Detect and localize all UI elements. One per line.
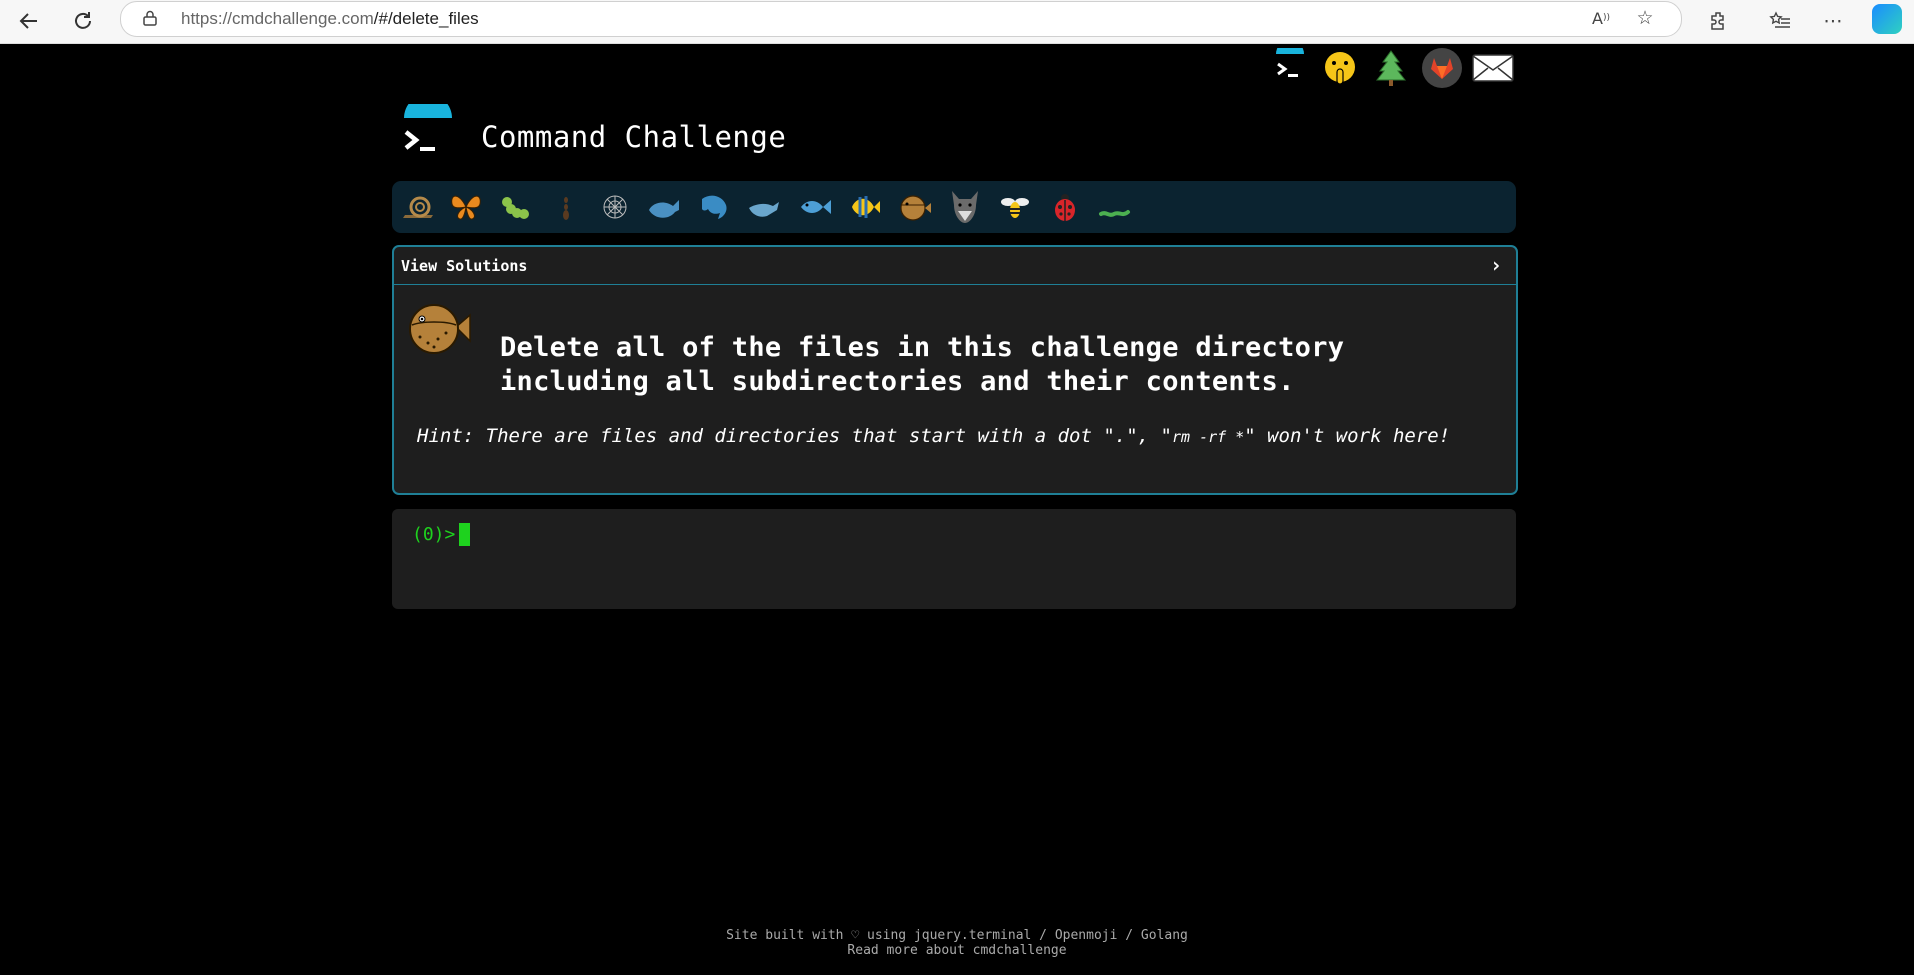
view-solutions-label: View Solutions bbox=[401, 257, 528, 275]
favorite-star-icon[interactable]: ☆ bbox=[1630, 3, 1660, 33]
lady-beetle-icon[interactable] bbox=[1047, 189, 1083, 225]
wolf-icon[interactable] bbox=[947, 189, 983, 225]
page-title: Command Challenge bbox=[481, 120, 787, 154]
spider-web-icon[interactable] bbox=[597, 189, 633, 225]
logo-icon bbox=[404, 104, 452, 151]
whale-icon[interactable] bbox=[647, 189, 683, 225]
hint-prefix: Hint: There are files and directories th… bbox=[417, 425, 1172, 447]
back-icon[interactable] bbox=[14, 6, 44, 36]
more-menu-icon[interactable]: ⋯ bbox=[1818, 6, 1848, 36]
challenge-nav bbox=[392, 181, 1516, 233]
tree-icon[interactable] bbox=[1369, 46, 1413, 90]
terminal-prompt: (0)> bbox=[412, 524, 456, 545]
chevron-right-icon: › bbox=[1489, 253, 1502, 277]
blowfish-icon bbox=[409, 304, 471, 354]
browser-toolbar: https://cmdchallenge.com/#/delete_files … bbox=[0, 0, 1914, 44]
reload-icon[interactable] bbox=[68, 6, 98, 36]
dolphin-icon[interactable] bbox=[747, 189, 783, 225]
ant-icon[interactable] bbox=[548, 189, 584, 225]
challenge-description: Delete all of the files in this challeng… bbox=[500, 332, 1345, 397]
footer-read-more-link[interactable]: Read more about cmdchallenge bbox=[0, 943, 1914, 958]
view-solutions-toggle[interactable]: View Solutions › bbox=[394, 247, 1516, 285]
gitlab-icon[interactable] bbox=[1420, 46, 1464, 90]
url-text: https://cmdchallenge.com/#/delete_files bbox=[181, 9, 479, 29]
shush-face-icon[interactable] bbox=[1318, 46, 1362, 90]
caterpillar-icon[interactable] bbox=[498, 189, 534, 225]
footer-credits: Site built with ♡ using jquery.terminal … bbox=[726, 928, 1188, 943]
blowfish-icon[interactable] bbox=[897, 189, 933, 225]
butterfly-icon[interactable] bbox=[448, 189, 484, 225]
copilot-icon[interactable] bbox=[1872, 4, 1902, 34]
read-aloud-icon[interactable]: A)) bbox=[1586, 3, 1616, 33]
url-path: /#/delete_files bbox=[373, 9, 479, 28]
url-host: https://cmdchallenge.com bbox=[181, 9, 374, 28]
extensions-icon[interactable] bbox=[1703, 6, 1733, 36]
hint-command: rm -rf * bbox=[1171, 428, 1245, 446]
footer: Site built with ♡ using jquery.terminal … bbox=[0, 928, 1914, 958]
address-bar[interactable]: https://cmdchallenge.com/#/delete_files … bbox=[120, 1, 1682, 37]
bee-icon[interactable] bbox=[997, 189, 1033, 225]
hint-suffix: " won't work here! bbox=[1244, 425, 1451, 447]
terminal-icon[interactable] bbox=[1268, 46, 1312, 90]
dolphin-icon[interactable] bbox=[697, 189, 733, 225]
snail-icon[interactable] bbox=[400, 189, 436, 225]
favorites-list-icon[interactable] bbox=[1765, 6, 1795, 36]
lock-icon bbox=[143, 10, 157, 26]
hint-text: Hint: There are files and directories th… bbox=[417, 425, 1450, 447]
tropical-fish-icon[interactable] bbox=[847, 189, 883, 225]
challenge-panel: View Solutions › Delete all of the files… bbox=[392, 245, 1518, 495]
fish-icon[interactable] bbox=[797, 189, 833, 225]
terminal[interactable]: (0)> bbox=[392, 509, 1516, 609]
terminal-cursor[interactable] bbox=[459, 523, 470, 546]
mail-icon[interactable] bbox=[1471, 46, 1515, 90]
worm-icon[interactable] bbox=[1097, 189, 1133, 225]
